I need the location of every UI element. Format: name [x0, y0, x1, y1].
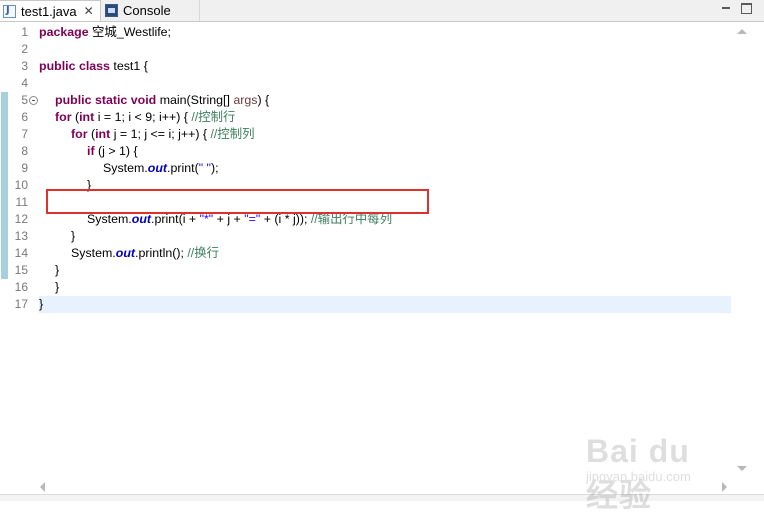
line-number: 6: [21, 110, 28, 124]
code-text: 空城_Westlife;: [88, 25, 171, 39]
line-number: 16: [14, 280, 28, 294]
comment: //控制行: [191, 110, 236, 124]
close-tab-icon[interactable]: ✕: [84, 4, 94, 18]
annotation-highlight-box: [46, 189, 429, 214]
line-number: 8: [21, 144, 28, 158]
line-number: 12: [14, 212, 28, 226]
code-line-8: if (j > 1) {: [87, 143, 138, 160]
static-field: out: [147, 161, 168, 175]
code-text: .print(i +: [151, 212, 200, 226]
editor-tab-bar: test1.java ✕ Console: [0, 0, 764, 22]
scroll-down-arrow-icon[interactable]: [737, 466, 747, 471]
keyword: if: [87, 144, 95, 158]
code-text: j = 1; j <= i; j++) {: [110, 127, 211, 141]
line-number: 11: [15, 195, 28, 209]
code-line-12: }: [71, 229, 76, 243]
keyword: int: [95, 127, 111, 141]
code-text: (: [87, 127, 96, 141]
string-literal: "=": [244, 212, 261, 226]
keyword: public: [39, 59, 76, 73]
static-field: out: [115, 246, 136, 260]
line-number: 7: [21, 127, 28, 141]
keyword: void: [130, 93, 157, 107]
line-number: 1: [21, 25, 28, 39]
watermark-sub-text: jingyan.baidu.com: [586, 469, 691, 484]
code-text: + j +: [213, 212, 245, 226]
vertical-scrollbar[interactable]: [732, 22, 752, 479]
line-number: 5: [21, 93, 28, 107]
minimize-button[interactable]: [721, 3, 732, 14]
java-file-icon: [3, 4, 16, 18]
keyword: for: [71, 127, 88, 141]
code-text: .println();: [135, 246, 188, 260]
keyword: int: [79, 110, 95, 124]
comment: //换行: [187, 246, 220, 260]
tab-console[interactable]: Console: [102, 0, 200, 21]
static-field: out: [131, 212, 152, 226]
code-line-6: for (int i = 1; i < 9; i++) { //控制行: [55, 109, 235, 126]
code-text: i = 1; i < 9; i++) {: [94, 110, 192, 124]
line-number: 4: [21, 76, 28, 90]
keyword: package: [39, 25, 89, 39]
code-text: );: [210, 161, 219, 175]
line-number: 17: [14, 297, 28, 311]
tab-test1-java[interactable]: test1.java ✕: [0, 0, 101, 21]
code-text: System.: [87, 212, 132, 226]
code-text: (: [71, 110, 80, 124]
comment: //输出行中每列: [310, 212, 393, 226]
code-line-16: }: [39, 297, 44, 311]
code-line-15: }: [55, 280, 60, 294]
keyword: for: [55, 110, 72, 124]
scroll-left-arrow-icon[interactable]: [40, 482, 45, 492]
line-number: 13: [14, 229, 28, 243]
line-number: 2: [21, 42, 28, 56]
comment: //控制列: [210, 127, 255, 141]
tab-label: Console: [123, 3, 171, 18]
code-text: test1 {: [109, 59, 148, 73]
string-literal: "*": [199, 212, 214, 226]
line-number: 15: [14, 263, 28, 277]
tab-label: test1.java: [21, 3, 77, 19]
string-literal: " ": [198, 161, 211, 175]
code-line-3: public class test1 {: [39, 58, 148, 75]
scroll-up-arrow-icon[interactable]: [737, 29, 747, 34]
console-icon: [105, 4, 118, 17]
maximize-button[interactable]: [741, 3, 752, 14]
code-line-9: System.out.print(" ");: [103, 160, 219, 177]
keyword: class: [78, 59, 110, 73]
keyword: static: [94, 93, 128, 107]
line-number: 3: [21, 59, 28, 73]
line-number-gutter: 1 2 3 4 5 6 7 8 9 10 11 12 13 14 15 16 1…: [8, 22, 38, 479]
code-editor[interactable]: package 空城_Westlife; public class test1 …: [39, 22, 731, 479]
keyword: public: [55, 93, 92, 107]
code-line-13: System.out.println(); //换行: [71, 245, 219, 262]
change-marker: [1, 92, 8, 279]
line-number: 14: [14, 246, 28, 260]
code-line-14: }: [55, 263, 60, 277]
code-text: System.: [103, 161, 148, 175]
code-line-5: public static void main(String[] args) {: [55, 92, 269, 109]
code-text: ) {: [257, 93, 270, 107]
code-text: main(String[]: [156, 93, 234, 107]
code-text: System.: [71, 246, 116, 260]
code-line-1: package 空城_Westlife;: [39, 24, 171, 41]
baidu-jingyan-watermark: Bai du 经验 jingyan.baidu.com: [586, 433, 726, 513]
code-line-7: for (int j = 1; j <= i; j++) { //控制列: [71, 126, 255, 143]
line-number: 9: [21, 161, 28, 175]
code-text: + (i * j));: [260, 212, 311, 226]
line-number: 10: [14, 178, 28, 192]
code-text: .print(: [167, 161, 199, 175]
overview-ruler: [0, 22, 8, 479]
code-text: (j > 1) {: [94, 144, 138, 158]
fold-collapse-icon[interactable]: [29, 96, 38, 105]
parameter: args: [233, 93, 258, 107]
